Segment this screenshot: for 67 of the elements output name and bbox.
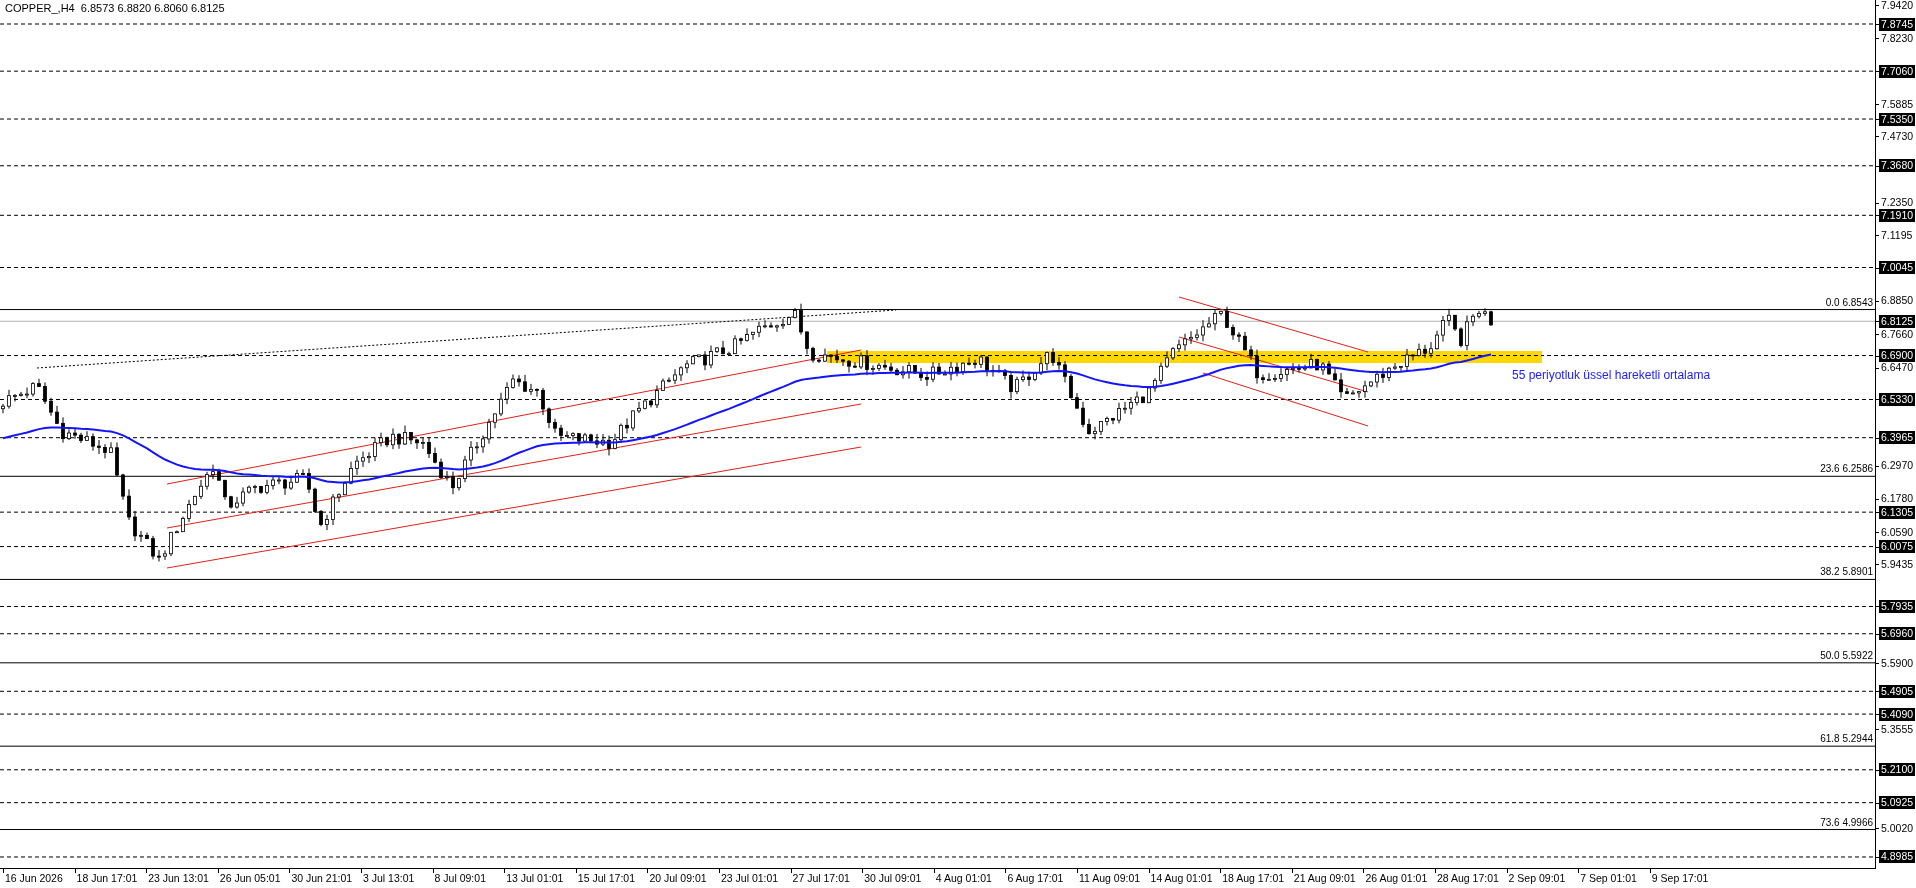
time-scale-label: 26 Jun 05:01	[219, 872, 281, 884]
price-scale-label: 7.4730	[1880, 129, 1915, 143]
time-scale-label: 13 Jul 01:01	[506, 872, 564, 884]
price-level-label: 7.5350	[1879, 112, 1916, 126]
fibonacci-label: 50.0 5.5922	[1820, 649, 1873, 662]
price-scale-label: 5.3555	[1880, 722, 1915, 736]
price-scale-label: 5.9435	[1880, 558, 1915, 571]
time-scale-label: 4 Aug 01:01	[935, 872, 992, 884]
price-scale-label: 7.2350	[1880, 196, 1915, 210]
price-scale-label: 7.9420	[1880, 0, 1915, 12]
price-level-label: 6.3965	[1879, 431, 1916, 445]
price-level-label: 6.5330	[1879, 393, 1916, 406]
price-level-label: 6.6900	[1879, 349, 1916, 363]
price-level-label: 6.0075	[1879, 540, 1916, 554]
price-scale-label: 6.0590	[1880, 525, 1915, 539]
price-scale-label: 6.6470	[1880, 361, 1915, 375]
time-scale-label: 18 Aug 17:01	[1222, 872, 1285, 884]
fibonacci-label: 73.6 4.9966	[1820, 816, 1873, 829]
price-level-label: 5.4090	[1879, 707, 1916, 721]
time-scale-label: 6 Aug 17:01	[1007, 872, 1064, 884]
price-level-label: 6.1305	[1879, 505, 1916, 519]
price-level-label: 5.2100	[1879, 763, 1916, 777]
price-level-label: 7.8745	[1879, 17, 1916, 31]
time-scale-label: 15 Jul 17:01	[577, 872, 635, 884]
price-scale-label: 7.1195	[1880, 228, 1914, 242]
time-scale-label: 16 Jun 2026	[5, 872, 63, 884]
time-scale-label: 27 Jul 17:01	[792, 872, 850, 884]
time-scale-label: 30 Jul 09:01	[864, 872, 922, 884]
time-scale-label: 8 Jul 09:01	[434, 872, 486, 884]
annotation-text: 55 periyotluk üssel hareketli ortalama	[1512, 368, 1711, 382]
chart-title: COPPER_,H4 6.8573 6.8820 6.8060 6.8125	[5, 2, 225, 14]
time-scale-label: 28 Aug 17:01	[1437, 872, 1499, 884]
time-scale-label: 23 Jul 01:01	[721, 872, 779, 884]
fibonacci-label: 0.0 6.8543	[1825, 296, 1873, 309]
price-scale-label: 7.8230	[1880, 31, 1915, 45]
time-scale-label: 11 Aug 09:01	[1079, 872, 1141, 884]
time-scale-label: 23 Jun 13:01	[148, 872, 209, 884]
time-scale-label: 9 Sep 17:01	[1651, 872, 1709, 884]
time-scale-label: 3 Jul 13:01	[363, 872, 415, 884]
price-scale-label: 6.7660	[1880, 327, 1915, 341]
time-scale-label: 18 Jun 17:01	[76, 872, 138, 884]
time-scale-label: 20 Jul 09:01	[649, 872, 707, 884]
time-scale-label: 14 Aug 01:01	[1150, 872, 1213, 884]
price-level-label: 7.0045	[1879, 261, 1916, 274]
fibonacci-label: 61.8 5.2944	[1820, 733, 1873, 746]
price-level-label: 7.1910	[1879, 208, 1916, 222]
price-scale-label: 5.0020	[1880, 821, 1915, 835]
price-scale-label: 5.5900	[1880, 656, 1915, 670]
price-level-label: 6.8125	[1879, 314, 1916, 328]
price-level-label: 7.3680	[1879, 159, 1916, 173]
price-scale-label: 7.5885	[1880, 97, 1915, 111]
price-level-label: 7.7060	[1879, 64, 1916, 78]
price-level-label: 5.7935	[1879, 599, 1916, 613]
time-scale-label: 7 Sep 01:01	[1580, 872, 1637, 884]
price-scale-label: 6.2970	[1880, 459, 1915, 473]
time-scale-label: 21 Aug 09:01	[1293, 872, 1356, 884]
time-scale-label: 30 Jun 21:01	[291, 872, 353, 884]
price-scale-label: 6.8850	[1880, 294, 1915, 308]
fibonacci-label: 38.2 5.8901	[1820, 566, 1873, 579]
time-scale-label: 26 Aug 01:01	[1365, 872, 1428, 884]
price-level-label: 5.6960	[1879, 627, 1916, 641]
price-level-label: 5.4905	[1879, 684, 1916, 698]
fibonacci-label: 23.6 6.2586	[1820, 463, 1873, 476]
price-scale-label: 6.1780	[1880, 492, 1915, 506]
price-level-label: 4.8985	[1879, 850, 1916, 864]
time-scale-label: 2 Sep 09:01	[1508, 872, 1566, 884]
price-level-label: 5.0925	[1879, 796, 1916, 810]
